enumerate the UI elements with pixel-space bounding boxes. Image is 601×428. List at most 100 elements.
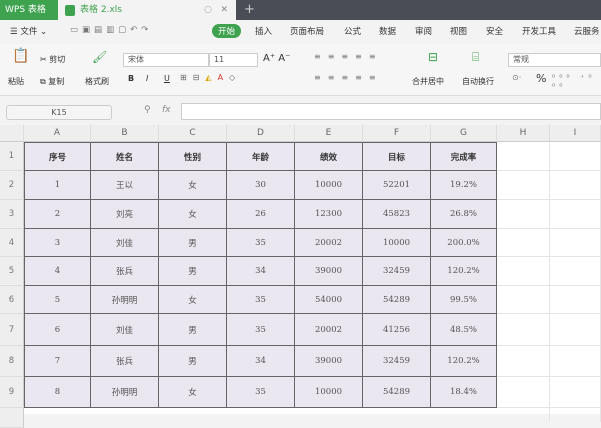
row-header-8[interactable]: 8 <box>0 346 24 377</box>
table-cell[interactable]: 张兵 <box>91 257 159 286</box>
table-cell[interactable]: 7 <box>24 346 91 377</box>
menu-review[interactable]: 审阅 <box>415 25 432 37</box>
column-header-B[interactable]: B <box>91 125 159 142</box>
header-cell[interactable]: 绩效 <box>295 142 363 171</box>
table-cell[interactable]: 男 <box>159 229 227 257</box>
table-cell[interactable]: 120.2% <box>431 257 497 286</box>
header-cell[interactable]: 姓名 <box>91 142 159 171</box>
table-cell[interactable]: 32459 <box>363 346 431 377</box>
table-cell[interactable]: 女 <box>159 286 227 314</box>
menu-cloud[interactable]: 云服务 <box>574 25 600 37</box>
wrap-icon[interactable]: ⌸ <box>472 50 479 65</box>
table-cell[interactable]: 99.5% <box>431 286 497 314</box>
table-cell[interactable]: 男 <box>159 346 227 377</box>
row-header-9[interactable]: 9 <box>0 377 24 408</box>
formula-input[interactable] <box>181 103 601 120</box>
menu-data[interactable]: 数据 <box>379 25 396 37</box>
quick-access-icons[interactable]: ▭▣▤▥▢↶↷ <box>70 25 152 35</box>
spreadsheet-grid[interactable]: A B C D E F G H I 1 2 3 4 5 6 7 8 9 序号 姓名 性别 年龄 绩效 目标 完成率 1 王以女 30 1… <box>0 125 601 428</box>
row-header-5[interactable]: 5 <box>0 257 24 286</box>
column-header-E[interactable]: E <box>295 125 363 142</box>
italic-button[interactable]: I <box>146 74 148 83</box>
table-cell[interactable]: 2 <box>24 200 91 229</box>
column-header-F[interactable]: F <box>363 125 431 142</box>
table-cell[interactable]: 女 <box>159 171 227 200</box>
copy-button[interactable]: ⧉ 复制 <box>40 76 64 87</box>
row-header-2[interactable]: 2 <box>0 171 24 200</box>
table-cell[interactable]: 8 <box>24 377 91 408</box>
table-cell[interactable]: 1 <box>24 171 91 200</box>
percent-button[interactable]: % <box>536 72 546 85</box>
table-cell[interactable]: 48.5% <box>431 314 497 346</box>
menu-view[interactable]: 视图 <box>450 25 467 37</box>
row-header-1[interactable]: 1 <box>0 142 24 171</box>
row-header-7[interactable]: 7 <box>0 314 24 346</box>
table-cell[interactable]: 女 <box>159 200 227 229</box>
table-cell[interactable]: 6 <box>24 314 91 346</box>
number-format-select[interactable]: 常规 <box>508 53 601 67</box>
row-header-4[interactable]: 4 <box>0 229 24 257</box>
table-cell[interactable]: 54000 <box>295 286 363 314</box>
column-header-D[interactable]: D <box>227 125 295 142</box>
border-fill-color-icons[interactable]: ⊞⊟◭A◇ <box>180 73 241 82</box>
merge-center-button[interactable]: 合并居中 <box>412 76 444 87</box>
table-cell[interactable]: 10000 <box>295 171 363 200</box>
table-cell[interactable]: 12300 <box>295 200 363 229</box>
header-cell[interactable]: 完成率 <box>431 142 497 171</box>
menu-developer[interactable]: 开发工具 <box>522 25 556 37</box>
column-header-H[interactable]: H <box>497 125 550 142</box>
format-painter-button[interactable]: 格式刷 <box>85 76 109 87</box>
close-icon[interactable]: ✕ <box>220 0 228 20</box>
bold-button[interactable]: B <box>128 74 134 83</box>
header-cell[interactable]: 年龄 <box>227 142 295 171</box>
table-cell[interactable]: 19.2% <box>431 171 497 200</box>
currency-icon[interactable]: ⊙· <box>512 73 521 82</box>
table-cell[interactable]: 54289 <box>363 286 431 314</box>
header-cell[interactable]: 序号 <box>24 142 91 171</box>
fx-button[interactable]: fx <box>162 105 171 115</box>
table-cell[interactable]: 20002 <box>295 314 363 346</box>
table-cell[interactable]: 54289 <box>363 377 431 408</box>
table-cell[interactable]: 120.2% <box>431 346 497 377</box>
table-cell[interactable]: 52201 <box>363 171 431 200</box>
column-header-I[interactable]: I <box>550 125 601 142</box>
new-tab-button[interactable]: + <box>244 0 255 20</box>
table-cell[interactable]: 45823 <box>363 200 431 229</box>
table-cell[interactable]: 4 <box>24 257 91 286</box>
table-cell[interactable]: 26 <box>227 200 295 229</box>
paste-button[interactable]: 粘贴 <box>8 76 24 87</box>
menu-start[interactable]: 开始 <box>212 24 242 38</box>
paste-icon[interactable]: 📋 <box>12 48 29 64</box>
column-header-C[interactable]: C <box>159 125 227 142</box>
table-cell[interactable]: 34 <box>227 257 295 286</box>
align-top-icons[interactable]: ≡≡≡≡≡ <box>314 52 383 61</box>
table-cell[interactable]: 孙明明 <box>91 286 159 314</box>
table-cell[interactable]: 3 <box>24 229 91 257</box>
table-cell[interactable]: 34 <box>227 346 295 377</box>
row-header-10[interactable] <box>0 408 24 428</box>
wrap-text-button[interactable]: 自动换行 <box>462 76 494 87</box>
name-box[interactable]: K15 <box>6 105 112 120</box>
table-cell[interactable]: 18.4% <box>431 377 497 408</box>
table-cell[interactable]: 刘佳 <box>91 229 159 257</box>
table-cell[interactable]: 39000 <box>295 346 363 377</box>
table-cell[interactable]: 张兵 <box>91 346 159 377</box>
table-cell[interactable]: 王以 <box>91 171 159 200</box>
table-cell[interactable]: 刘佳 <box>91 314 159 346</box>
font-size-select[interactable]: 11 <box>209 53 258 67</box>
table-cell[interactable]: 孙明明 <box>91 377 159 408</box>
underline-button[interactable]: U <box>164 74 170 83</box>
table-cell[interactable]: 10000 <box>363 229 431 257</box>
header-cell[interactable]: 性别 <box>159 142 227 171</box>
table-cell[interactable]: 男 <box>159 257 227 286</box>
document-tab[interactable]: 表格 2.xls ○ ✕ <box>58 0 236 20</box>
table-cell[interactable]: 刘亮 <box>91 200 159 229</box>
table-cell[interactable]: 35 <box>227 286 295 314</box>
table-cell[interactable]: 39000 <box>295 257 363 286</box>
table-cell[interactable]: 5 <box>24 286 91 314</box>
table-cell[interactable]: 女 <box>159 377 227 408</box>
table-cell[interactable]: 32459 <box>363 257 431 286</box>
menu-page-layout[interactable]: 页面布局 <box>290 25 324 37</box>
header-cell[interactable]: 目标 <box>363 142 431 171</box>
table-cell[interactable]: 26.8% <box>431 200 497 229</box>
